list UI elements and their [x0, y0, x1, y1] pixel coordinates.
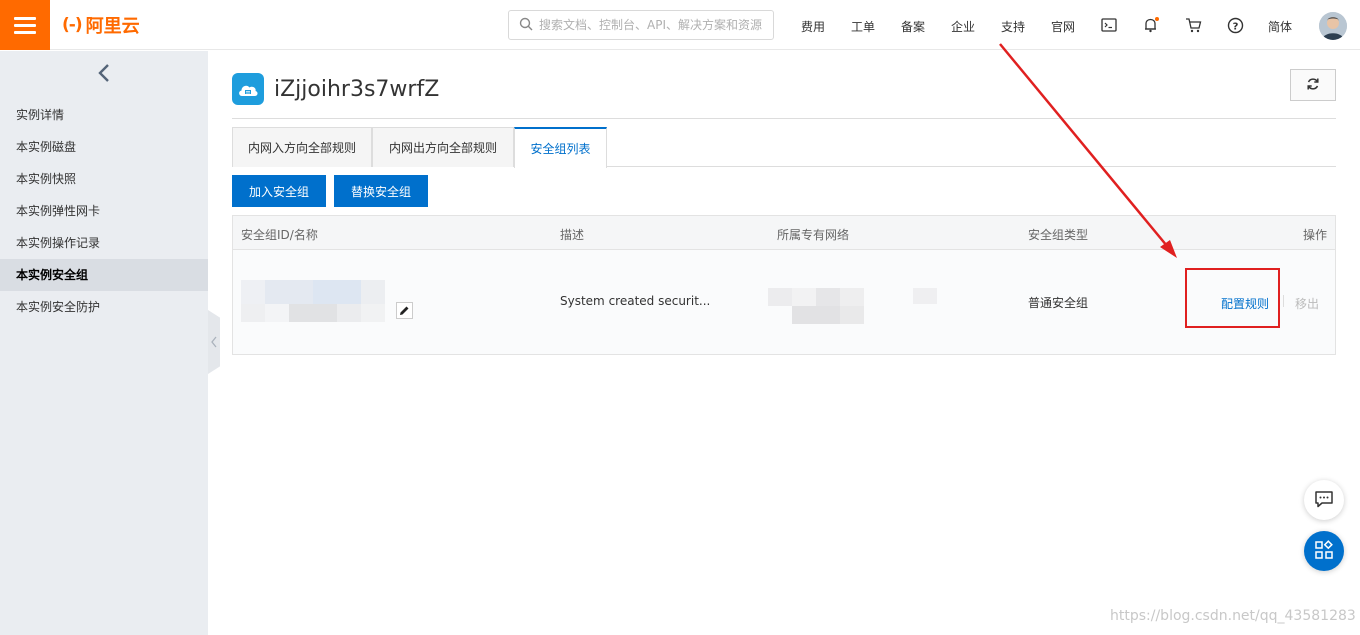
table-header: 安全组ID/名称 描述 所属专有网络 安全组类型 操作 — [233, 216, 1335, 250]
sidebar-item-instance-details[interactable]: 实例详情 — [0, 99, 208, 131]
join-security-group-button[interactable]: 加入安全组 — [232, 175, 326, 207]
nav-icp[interactable]: 备案 — [901, 18, 925, 35]
bell-icon[interactable] — [1142, 16, 1160, 34]
terminal-icon[interactable] — [1100, 16, 1118, 34]
security-group-description: System created securit... — [560, 294, 711, 308]
chat-button[interactable] — [1304, 480, 1344, 520]
svg-text:?: ? — [1232, 21, 1238, 32]
replace-security-group-button[interactable]: 替换安全组 — [334, 175, 428, 207]
menu-line — [14, 16, 36, 20]
edit-name-icon[interactable] — [396, 302, 413, 319]
cart-icon[interactable] — [1184, 16, 1202, 34]
menu-line — [14, 23, 36, 27]
page-title: iZjjoihr3s7wrfZ — [274, 76, 440, 102]
nav-support[interactable]: 支持 — [1001, 18, 1025, 35]
tab-bar: 内网入方向全部规则 内网出方向全部规则 安全组列表 — [232, 127, 1336, 168]
col-header-actions: 操作 — [1303, 228, 1328, 242]
tab-ingress-rules[interactable]: 内网入方向全部规则 — [232, 127, 372, 167]
sidebar-item-security-protection[interactable]: 本实例安全防护 — [0, 291, 208, 323]
remove-link[interactable]: 移出 — [1295, 295, 1319, 312]
nav-website[interactable]: 官网 — [1051, 18, 1075, 35]
chevron-left-icon — [97, 63, 111, 86]
col-header-vpc: 所属专有网络 — [777, 228, 850, 242]
refresh-button[interactable] — [1290, 69, 1336, 101]
chat-icon — [1314, 490, 1334, 511]
sidebar-item-operation-logs[interactable]: 本实例操作记录 — [0, 227, 208, 259]
logo-mark: (-) — [62, 15, 83, 35]
col-header-type: 安全组类型 — [1028, 228, 1089, 242]
aliyun-logo[interactable]: (-) 阿里云 — [62, 13, 140, 37]
notification-dot — [1155, 17, 1159, 21]
col-header-description: 描述 — [560, 228, 585, 242]
hamburger-menu-button[interactable] — [0, 0, 50, 50]
nav-tickets[interactable]: 工单 — [851, 18, 875, 35]
annotation-highlight-box — [1185, 268, 1280, 328]
logo-text: 阿里云 — [85, 16, 140, 37]
col-header-id-name: 安全组ID/名称 — [241, 228, 318, 242]
action-separator — [1283, 295, 1284, 307]
instance-cloud-icon — [232, 73, 264, 105]
header-divider — [232, 118, 1336, 119]
sidebar-item-disks[interactable]: 本实例磁盘 — [0, 131, 208, 163]
sidebar-back-button[interactable] — [0, 51, 208, 97]
watermark: https://blog.csdn.net/qq_43581283 — [1110, 608, 1356, 624]
table-row: System created securit... 普通安全组 配置规则 移出 — [233, 250, 1335, 354]
top-bar: (-) 阿里云 费用 工单 备案 企业 支持 官网 ? 简体 — [0, 0, 1360, 50]
security-group-type: 普通安全组 — [1028, 296, 1089, 310]
tab-security-group-list[interactable]: 安全组列表 — [514, 127, 607, 168]
sidebar-item-snapshots[interactable]: 本实例快照 — [0, 163, 208, 195]
user-avatar[interactable] — [1319, 12, 1347, 40]
apps-button[interactable] — [1304, 531, 1344, 571]
apps-grid-icon — [1314, 539, 1334, 563]
sidebar-item-eni[interactable]: 本实例弹性网卡 — [0, 195, 208, 227]
refresh-icon — [1306, 77, 1320, 94]
global-search[interactable] — [508, 10, 774, 40]
help-icon[interactable]: ? — [1226, 16, 1244, 34]
security-group-table: 安全组ID/名称 描述 所属专有网络 安全组类型 操作 System creat… — [232, 215, 1336, 355]
tab-egress-rules[interactable]: 内网出方向全部规则 — [372, 127, 514, 167]
page-header: iZjjoihr3s7wrfZ — [232, 73, 439, 105]
sidebar-collapse-handle[interactable] — [208, 310, 220, 374]
nav-billing[interactable]: 费用 — [801, 18, 825, 35]
nav-enterprise[interactable]: 企业 — [951, 18, 975, 35]
sidebar-item-security-groups[interactable]: 本实例安全组 — [0, 259, 208, 291]
language-switch[interactable]: 简体 — [1268, 18, 1292, 35]
search-input[interactable] — [539, 18, 769, 32]
sidebar: 实例详情 本实例磁盘 本实例快照 本实例弹性网卡 本实例操作记录 本实例安全组 … — [0, 51, 208, 635]
menu-line — [14, 30, 36, 34]
search-icon — [519, 17, 533, 34]
